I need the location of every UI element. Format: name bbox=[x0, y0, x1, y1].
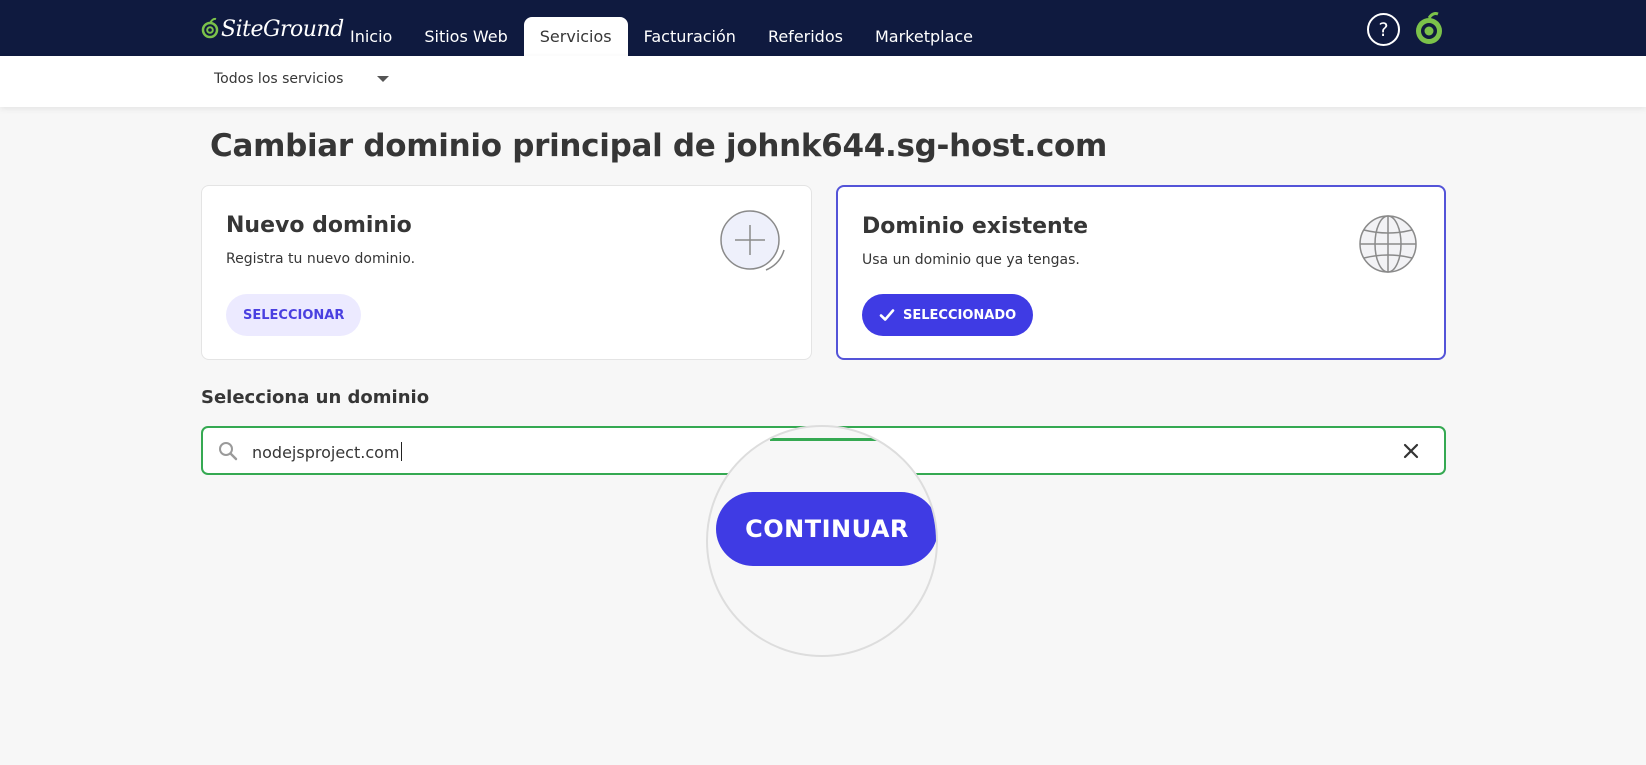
selected-existing-domain-button[interactable]: SELECCIONADO bbox=[862, 294, 1034, 336]
logo-text: SiteGround bbox=[221, 16, 344, 42]
main-nav: Inicio Sitios Web Servicios Facturación … bbox=[334, 17, 989, 56]
siteground-logo[interactable]: SiteGround bbox=[201, 14, 344, 44]
new-domain-title: Nuevo dominio bbox=[226, 213, 412, 238]
continue-button[interactable]: CONTINUAR bbox=[716, 492, 936, 566]
avatar-icon[interactable] bbox=[1413, 12, 1445, 46]
existing-domain-title: Dominio existente bbox=[862, 214, 1089, 239]
select-domain-label: Selecciona un dominio bbox=[201, 387, 430, 408]
chevron-down-icon bbox=[377, 76, 390, 82]
nav-item-inicio[interactable]: Inicio bbox=[334, 17, 408, 56]
nav-item-facturacion[interactable]: Facturación bbox=[628, 17, 752, 56]
existing-domain-description: Usa un dominio que ya tengas. bbox=[862, 252, 1080, 268]
existing-domain-card[interactable]: Dominio existente Usa un dominio que ya … bbox=[836, 185, 1446, 360]
magnifier-overlay: CONTINUAR bbox=[706, 425, 938, 657]
select-new-domain-button[interactable]: SELECCIONAR bbox=[226, 294, 362, 336]
close-icon[interactable] bbox=[1400, 440, 1422, 462]
services-filter-label: Todos los servicios bbox=[214, 71, 344, 87]
magnified-input-border bbox=[770, 438, 880, 441]
selected-button-label: SELECCIONADO bbox=[903, 307, 1017, 323]
check-icon bbox=[879, 309, 895, 321]
text-cursor bbox=[400, 442, 402, 461]
services-filter-dropdown[interactable]: Todos los servicios bbox=[214, 71, 390, 87]
services-subbar: Todos los servicios bbox=[0, 56, 1646, 107]
domain-input-value: nodejsproject.com bbox=[252, 442, 402, 462]
nav-item-referidos[interactable]: Referidos bbox=[752, 17, 859, 56]
search-icon bbox=[219, 442, 238, 461]
plus-circle-icon bbox=[720, 210, 785, 271]
domain-input-text: nodejsproject.com bbox=[252, 443, 400, 462]
nav-item-marketplace[interactable]: Marketplace bbox=[859, 17, 989, 56]
new-domain-description: Registra tu nuevo dominio. bbox=[226, 251, 416, 267]
new-domain-card[interactable]: Nuevo dominio Registra tu nuevo dominio.… bbox=[201, 185, 812, 360]
help-icon[interactable]: ? bbox=[1367, 13, 1400, 46]
siteground-logo-icon bbox=[201, 17, 219, 39]
nav-item-sitios-web[interactable]: Sitios Web bbox=[408, 17, 523, 56]
nav-item-servicios[interactable]: Servicios bbox=[523, 17, 628, 56]
top-navigation-bar: SiteGround Inicio Sitios Web Servicios F… bbox=[0, 0, 1646, 56]
page-title: Cambiar dominio principal de johnk644.sg… bbox=[210, 128, 1108, 164]
globe-icon bbox=[1359, 215, 1417, 273]
